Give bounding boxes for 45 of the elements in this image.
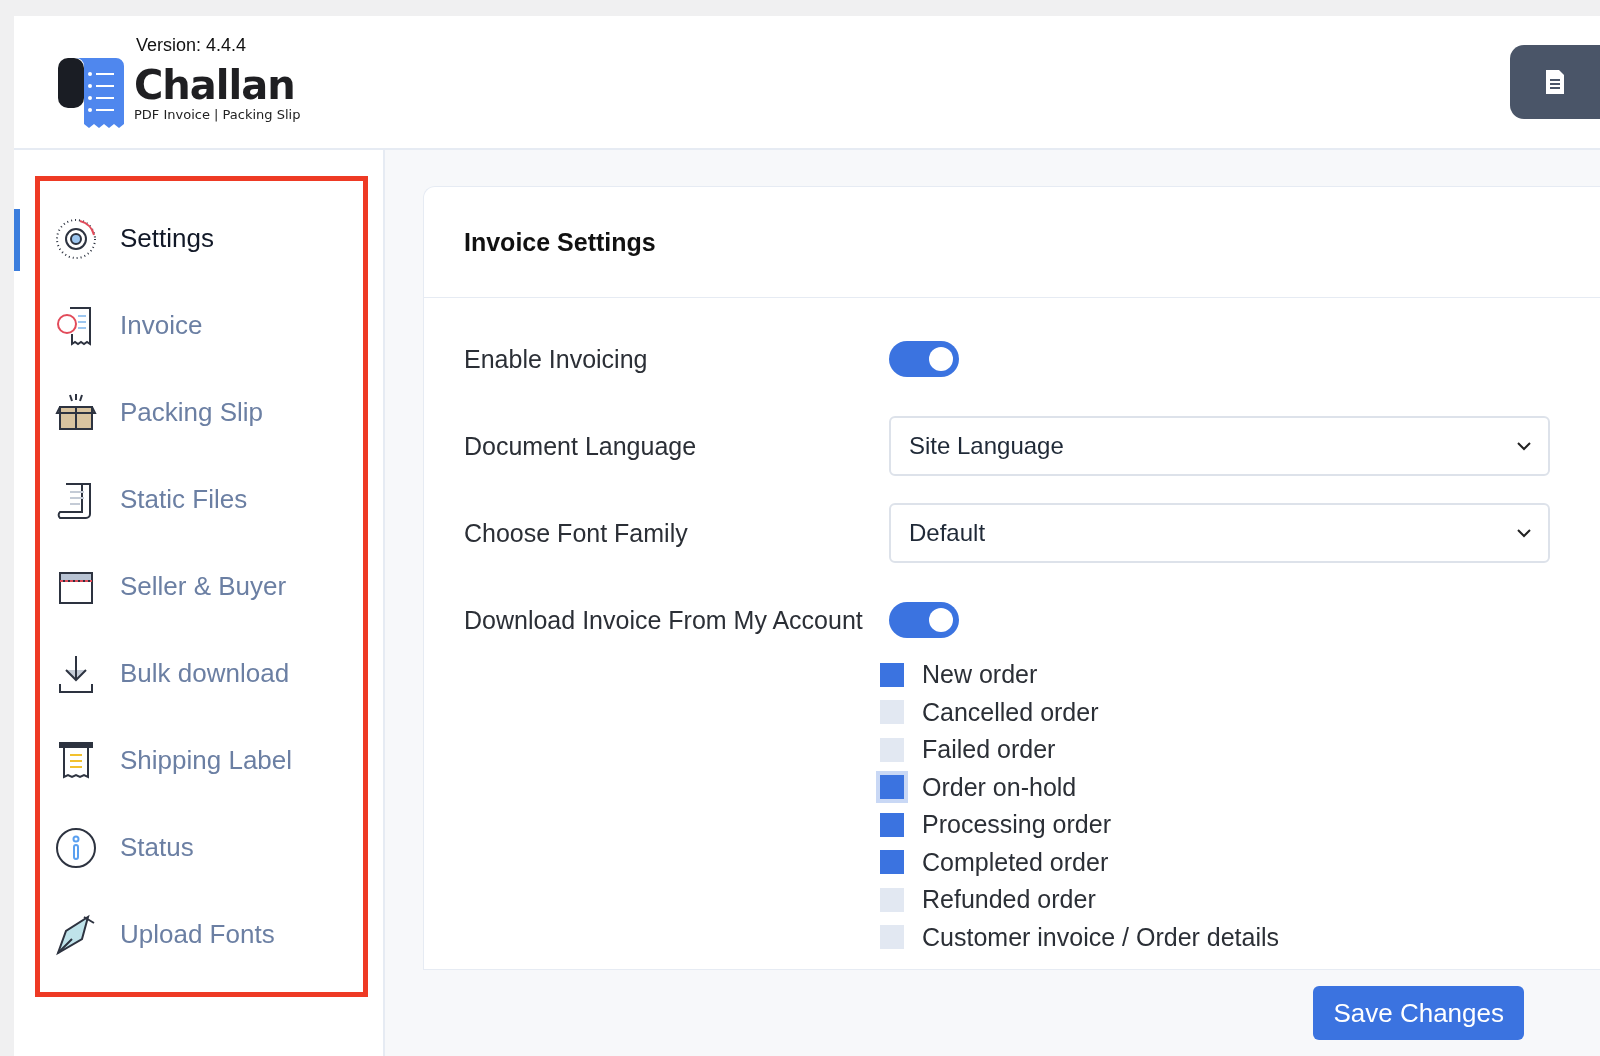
logo-title: Challan — [134, 63, 296, 107]
active-indicator — [14, 209, 20, 271]
logo-subtitle: PDF Invoice | Packing Slip — [134, 107, 301, 122]
status-checkbox[interactable]: New order — [880, 656, 1550, 694]
setting-label: Document Language — [464, 431, 698, 461]
checkbox[interactable] — [880, 700, 904, 725]
setting-label: Choose Font Family — [464, 518, 689, 548]
checkbox[interactable] — [880, 812, 904, 837]
checkbox[interactable] — [880, 887, 904, 912]
sidebar-item[interactable]: Shipping Label — [40, 717, 363, 804]
checkbox[interactable] — [880, 850, 904, 875]
sidebar-item[interactable]: Static Files — [40, 456, 363, 543]
chevron-down-icon — [1516, 528, 1532, 538]
gear-icon — [54, 216, 98, 261]
sidebar-item[interactable]: Invoice — [40, 282, 363, 369]
status-checkbox[interactable]: Cancelled order — [880, 693, 1550, 731]
setting-label: Download Invoice From My Account — [464, 605, 864, 635]
checkbox[interactable] — [880, 662, 904, 687]
info-icon — [54, 825, 98, 870]
select-dropdown[interactable]: Site Language — [889, 416, 1550, 476]
select-dropdown[interactable]: Default — [889, 503, 1550, 563]
status-checkbox[interactable]: Refunded order — [880, 881, 1550, 919]
status-checkbox[interactable]: Processing order — [880, 806, 1550, 844]
setting-label: Enable Invoicing — [464, 344, 649, 374]
save-button[interactable]: Save Changes — [1313, 986, 1524, 1040]
document-button[interactable] — [1510, 45, 1600, 119]
sidebar-item[interactable]: Bulk download — [40, 630, 363, 717]
sidebar-item[interactable]: Seller & Buyer — [40, 543, 363, 630]
document-icon — [1544, 68, 1566, 96]
status-checkbox[interactable]: Customer invoice / Order details — [880, 918, 1550, 956]
sidebar-item[interactable]: Packing Slip — [40, 369, 363, 456]
toggle-switch[interactable] — [889, 341, 959, 377]
checkbox[interactable] — [880, 737, 904, 762]
status-checkbox[interactable]: Completed order — [880, 843, 1550, 881]
toggle-switch[interactable] — [889, 602, 959, 638]
receipt-logo-icon — [56, 55, 126, 130]
sidebar-item[interactable]: Status — [40, 804, 363, 891]
checkbox[interactable] — [880, 925, 904, 950]
status-checkbox[interactable]: Failed order — [880, 731, 1550, 769]
status-checkbox[interactable]: Order on-hold — [880, 768, 1550, 806]
chevron-down-icon — [1516, 441, 1532, 451]
sidebar-item[interactable]: Settings — [40, 195, 363, 282]
card-title: Invoice Settings — [464, 227, 656, 257]
sidebar-item[interactable]: Upload Fonts — [40, 891, 363, 978]
version-text: Version: 4.4.4 — [136, 34, 248, 56]
